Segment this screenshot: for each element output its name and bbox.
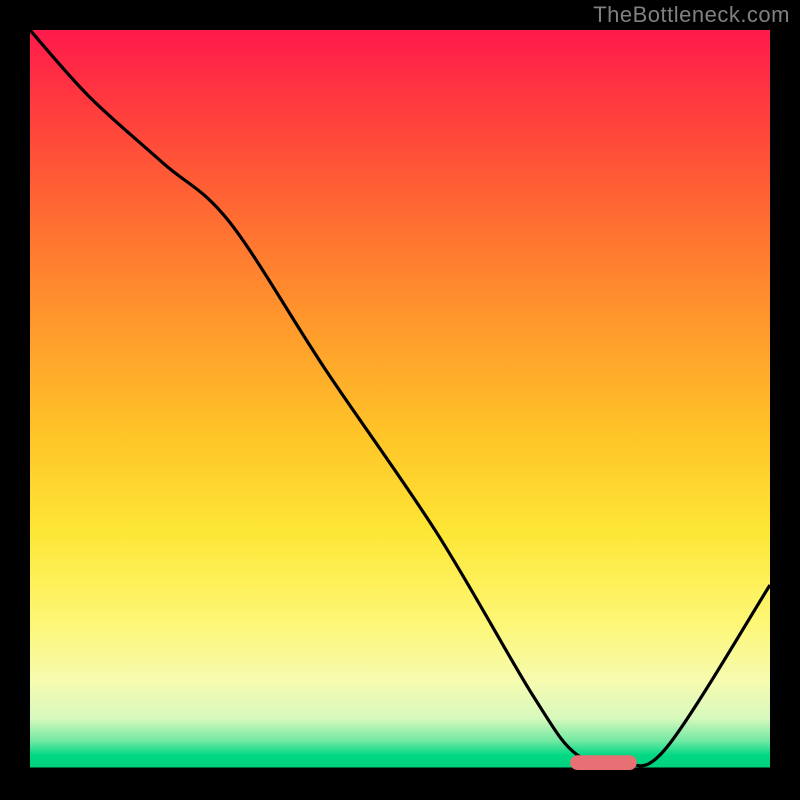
chart-container: TheBottleneck.com [0,0,800,800]
attribution-label: TheBottleneck.com [593,2,790,28]
plot-area [30,30,770,770]
optimal-range-marker [570,755,637,770]
bottleneck-curve [30,30,770,766]
chart-overlay [30,30,770,770]
